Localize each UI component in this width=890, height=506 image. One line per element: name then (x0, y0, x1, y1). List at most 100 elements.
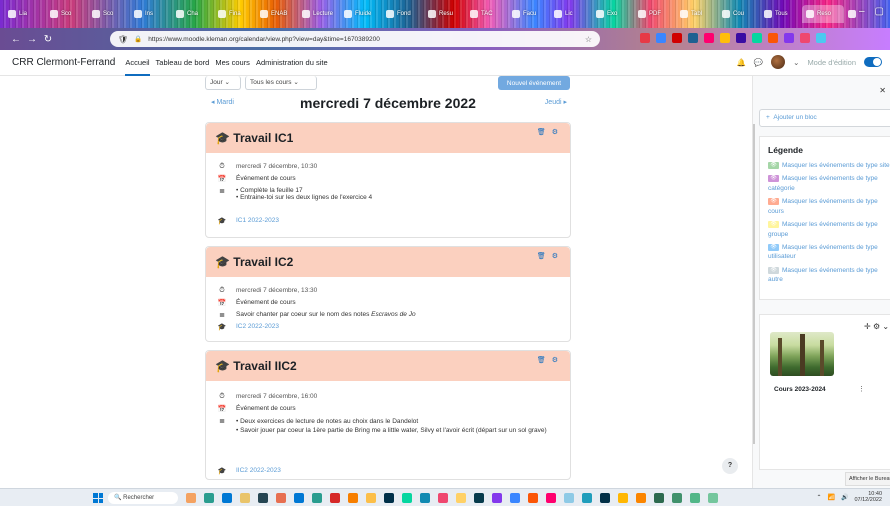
legend-item[interactable]: 👁 Masquer les événements de type groupe (768, 220, 890, 239)
minimize-icon[interactable]: – (859, 6, 865, 17)
browser-tab[interactable]: PDF (634, 5, 676, 23)
browser-tab[interactable]: Fond (382, 5, 424, 23)
legend-item[interactable]: 👁 Masquer les événements de type cours (768, 197, 890, 216)
course-name[interactable]: Cours 2023-2024 (774, 386, 826, 393)
browser-tab[interactable]: ENAB (256, 5, 298, 23)
taskbar-app-icon[interactable] (402, 493, 412, 503)
extension-icon[interactable] (720, 33, 730, 43)
delete-icon[interactable]: 🗑 (537, 356, 546, 364)
help-button[interactable]: ? (722, 458, 738, 474)
nav-item-mes-cours[interactable]: Mes cours (215, 50, 250, 76)
extension-icon[interactable] (640, 33, 650, 43)
extension-icon[interactable] (752, 33, 762, 43)
browser-tab[interactable]: Cha (172, 5, 214, 23)
event-course-link[interactable]: IC1 2022-2023 (236, 217, 279, 225)
edit-mode-toggle[interactable] (864, 57, 882, 67)
legend-item[interactable]: 👁 Masquer les événements de type utilisat… (768, 243, 890, 262)
url-bar[interactable]: 🛡 🔒 https://www.moodle.kleman.org/calend… (110, 31, 600, 47)
legend-item[interactable]: 👁 Masquer les événements de type catégori… (768, 174, 890, 193)
browser-tab[interactable]: Lia (4, 5, 46, 23)
taskbar-app-icon[interactable] (384, 493, 394, 503)
chevron-down-icon[interactable]: ⌄ (882, 322, 889, 331)
extension-icon[interactable] (672, 33, 682, 43)
taskbar-app-icon[interactable] (528, 493, 538, 503)
taskbar-app-icon[interactable] (654, 493, 664, 503)
browser-tab[interactable]: Lic (550, 5, 592, 23)
browser-tab[interactable]: Tabl (676, 5, 718, 23)
taskbar-app-icon[interactable] (456, 493, 466, 503)
site-brand[interactable]: CRR Clermont-Ferrand (12, 57, 115, 68)
taskbar-app-icon[interactable] (546, 493, 556, 503)
browser-tab[interactable]: Lecture (298, 5, 340, 23)
windows-start-icon[interactable] (93, 493, 103, 503)
forward-icon[interactable]: → (24, 34, 40, 45)
browser-tab[interactable]: Fina (214, 5, 256, 23)
maximize-icon[interactable]: ▢ (875, 6, 884, 17)
browser-tab[interactable]: Sco (88, 5, 130, 23)
browser-tab[interactable]: Exo (592, 5, 634, 23)
taskbar-app-icon[interactable] (312, 493, 322, 503)
taskbar-app-icon[interactable] (366, 493, 376, 503)
browser-tab[interactable]: Fluide (340, 5, 382, 23)
taskbar-app-icon[interactable] (222, 493, 232, 503)
taskbar-app-icon[interactable] (348, 493, 358, 503)
nav-item-administration[interactable]: Administration du site (256, 50, 328, 76)
volume-icon[interactable]: 🔊 (841, 494, 848, 501)
event-course-link[interactable]: IIC2 2022-2023 (236, 467, 281, 475)
avatar[interactable] (771, 55, 786, 69)
browser-tab[interactable]: Sco (46, 5, 88, 23)
bookmark-star-icon[interactable]: ☆ (585, 35, 592, 44)
event-course-link[interactable]: IC2 2022-2023 (236, 323, 279, 331)
wifi-icon[interactable]: 📶 (828, 494, 835, 501)
extension-icon[interactable] (736, 33, 746, 43)
view-select[interactable]: Jour ⌄ (205, 76, 241, 90)
extension-icon[interactable] (656, 33, 666, 43)
extension-icon[interactable] (816, 33, 826, 43)
back-icon[interactable]: ← (8, 34, 24, 45)
extension-icon[interactable] (800, 33, 810, 43)
user-menu-chevron-icon[interactable]: ⌄ (793, 58, 799, 67)
new-event-button[interactable]: Nouvel événement (498, 76, 570, 90)
taskbar-app-icon[interactable] (510, 493, 520, 503)
browser-tab[interactable]: Reso (802, 5, 844, 23)
taskbar-search[interactable]: 🔍 Rechercher (108, 492, 178, 504)
taskbar-app-icon[interactable] (258, 493, 268, 503)
taskbar-app-icon[interactable] (294, 493, 304, 503)
next-day-link[interactable]: Jeudi ▸ (545, 98, 567, 106)
taskbar-app-icon[interactable] (420, 493, 430, 503)
browser-tab[interactable]: Tous (760, 5, 802, 23)
taskbar-app-icon[interactable] (708, 493, 718, 503)
tray-up-arrow-icon[interactable]: ⌃ (816, 494, 821, 501)
delete-icon[interactable]: 🗑 (537, 252, 546, 260)
taskbar-app-icon[interactable] (672, 493, 682, 503)
browser-tab[interactable]: Cou (718, 5, 760, 23)
add-block-button[interactable]: + Ajouter un bloc (759, 109, 890, 127)
nav-item-tableau-de-bord[interactable]: Tableau de bord (156, 50, 210, 76)
taskbar-app-icon[interactable] (240, 493, 250, 503)
taskbar-app-icon[interactable] (204, 493, 214, 503)
taskbar-app-icon[interactable] (330, 493, 340, 503)
browser-tab[interactable]: Facu (508, 5, 550, 23)
settings-gear-icon[interactable]: ⚙ (552, 356, 558, 364)
taskbar-app-icon[interactable] (186, 493, 196, 503)
taskbar-app-icon[interactable] (636, 493, 646, 503)
taskbar-app-icon[interactable] (600, 493, 610, 503)
legend-item[interactable]: 👁 Masquer les événements de type site (768, 161, 890, 170)
taskbar-app-icon[interactable] (438, 493, 448, 503)
extension-icon[interactable] (784, 33, 794, 43)
extension-icon[interactable] (768, 33, 778, 43)
course-thumbnail[interactable] (770, 332, 834, 376)
course-menu-icon[interactable]: ⋮ (858, 385, 865, 393)
drawer-scrollbar[interactable] (753, 124, 755, 444)
close-drawer-icon[interactable]: ✕ (879, 86, 886, 95)
taskbar-app-icon[interactable] (618, 493, 628, 503)
nav-item-accueil[interactable]: Accueil (125, 50, 150, 76)
course-select[interactable]: Tous les cours ⌄ (245, 76, 317, 90)
notification-bell-icon[interactable]: 🔔 (736, 58, 745, 67)
extension-icon[interactable] (688, 33, 698, 43)
taskbar-app-icon[interactable] (492, 493, 502, 503)
taskbar-app-icon[interactable] (276, 493, 286, 503)
browser-tab[interactable]: Ins (130, 5, 172, 23)
taskbar-app-icon[interactable] (582, 493, 592, 503)
messages-icon[interactable]: 💬 (754, 58, 763, 67)
